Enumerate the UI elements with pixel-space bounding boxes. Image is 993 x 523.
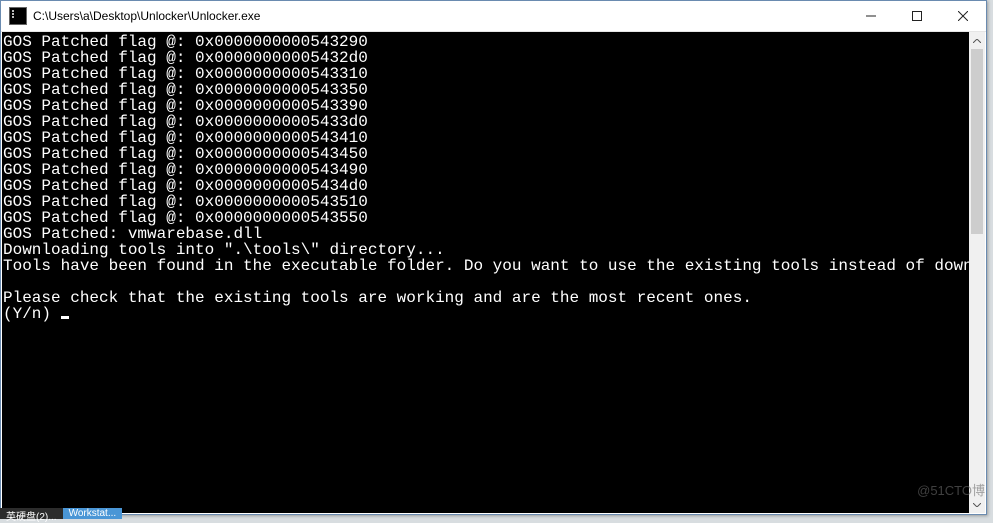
console-output: GOS Patched flag @: 0x0000000000543290 G… <box>2 32 969 322</box>
window-title: C:\Users\a\Desktop\Unlocker\Unlocker.exe <box>33 9 848 23</box>
minimize-button[interactable] <box>848 1 894 31</box>
app-icon <box>9 7 27 25</box>
console-window: C:\Users\a\Desktop\Unlocker\Unlocker.exe… <box>0 0 987 515</box>
text-cursor <box>61 316 69 319</box>
scroll-down-arrow-icon[interactable] <box>969 496 985 513</box>
window-controls <box>848 1 986 31</box>
console-client-area[interactable]: GOS Patched flag @: 0x0000000000543290 G… <box>2 32 969 513</box>
taskbar-fragment: 英硬盘(2)...Workstat... <box>0 508 260 519</box>
scroll-thumb[interactable] <box>971 49 983 234</box>
close-button[interactable] <box>940 1 986 31</box>
titlebar[interactable]: C:\Users\a\Desktop\Unlocker\Unlocker.exe <box>1 1 986 32</box>
vertical-scrollbar[interactable] <box>969 32 985 513</box>
taskbar-item[interactable]: Workstat... <box>63 508 123 519</box>
scroll-up-arrow-icon[interactable] <box>969 32 985 49</box>
taskbar-item[interactable]: 英硬盘(2)... <box>0 508 63 519</box>
maximize-button[interactable] <box>894 1 940 31</box>
